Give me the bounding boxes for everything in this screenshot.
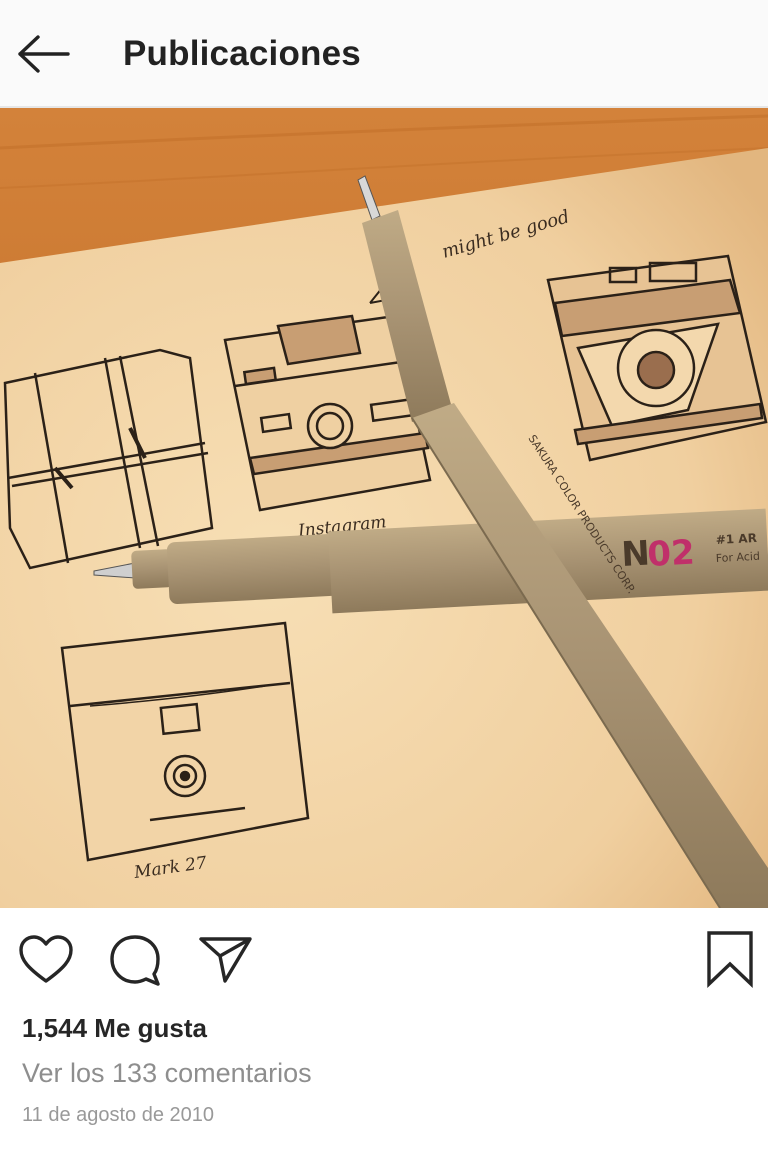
pen-line1-text: #1 AR [715,531,757,547]
view-comments-link[interactable]: Ver los 133 comentarios [22,1058,312,1089]
post-actions-bar [0,908,768,1008]
page-title: Publicaciones [123,34,361,73]
share-button[interactable] [198,934,254,991]
send-icon [199,937,252,983]
save-button[interactable] [702,930,758,993]
post-date: 11 de agosto de 2010 [22,1104,215,1126]
top-bar: Publicaciones [0,0,768,108]
arrow-left-icon [18,35,70,73]
back-button[interactable] [10,26,74,82]
pen-model-text: 02 [646,533,695,575]
pen-line2-text: For Acid [715,550,760,565]
likes-count[interactable]: 1,544 Me gusta [22,1013,207,1044]
bookmark-icon [707,931,753,988]
sketch-camera-right [546,254,768,462]
post-photo-illustration: Instagram might be good Mark 27 N 02 #1 … [0,108,768,908]
instagram-post-screen: Publicaciones Instagram might be good Ma… [0,0,768,1152]
comment-button[interactable] [108,934,164,991]
heart-icon [19,935,73,983]
like-button[interactable] [18,934,74,991]
comment-icon [110,935,160,986]
post-image[interactable]: Instagram might be good Mark 27 N 02 #1 … [0,108,768,908]
